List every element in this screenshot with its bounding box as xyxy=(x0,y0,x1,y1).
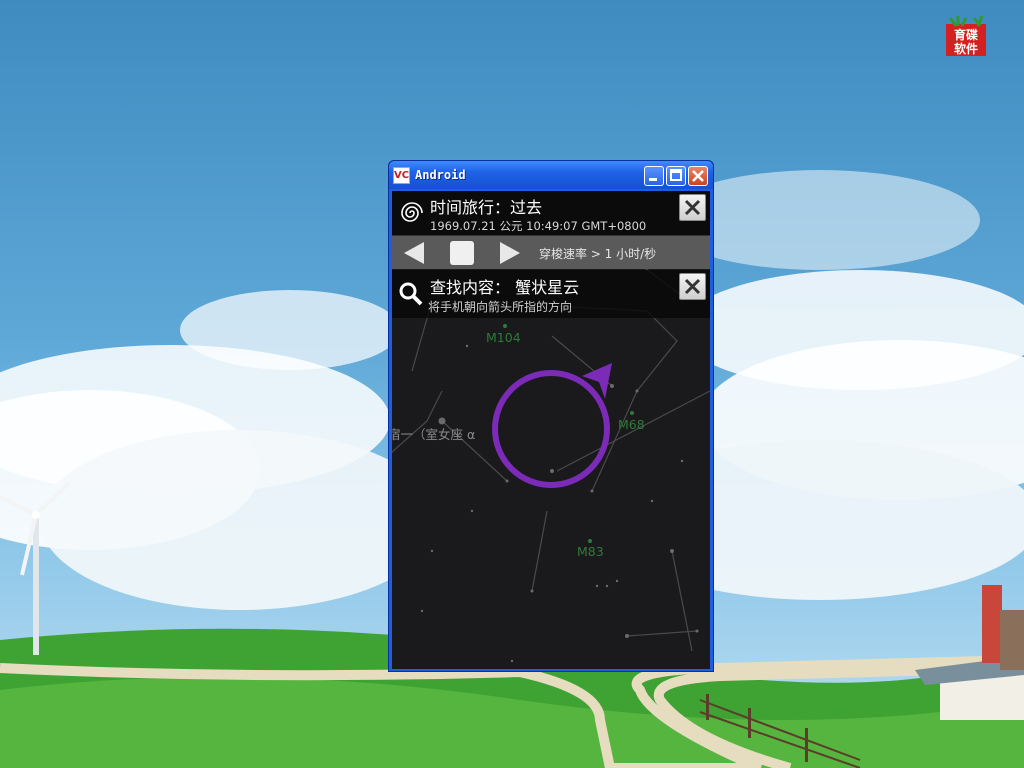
brand-logo: 育碟 软件 xyxy=(944,12,990,58)
sky-label-star: 宿一（室女座 α xyxy=(392,427,476,442)
window-titlebar[interactable]: VC Android xyxy=(389,161,713,189)
sky-label-m83: M83 xyxy=(577,544,604,559)
close-icon xyxy=(692,170,704,182)
sky-label-m68: M68 xyxy=(618,417,645,432)
window-title: Android xyxy=(415,168,466,182)
emulator-window: VC Android M104 M68 M83 宿一（室女座 α 时间旅行：过去… xyxy=(388,160,714,672)
search-panel: 查找内容： 蟹状星云 将手机朝向箭头所指的方向 xyxy=(392,270,710,318)
svg-text:育碟: 育碟 xyxy=(954,27,978,42)
forward-icon xyxy=(500,242,520,264)
close-window-button[interactable] xyxy=(688,166,708,186)
target-ring xyxy=(492,370,610,488)
minimize-icon xyxy=(649,178,657,181)
time-travel-close-button[interactable] xyxy=(679,194,706,221)
svg-text:软件: 软件 xyxy=(954,41,978,56)
maximize-button[interactable] xyxy=(666,166,686,186)
desktop-wallpaper: 育碟 软件 VC Android M104 M68 M83 宿一（室女座 α 时… xyxy=(0,0,1024,768)
close-icon xyxy=(684,199,701,216)
playback-controls: 穿梭速率 > 1 小时/秒 xyxy=(392,236,710,269)
rewind-icon xyxy=(404,242,424,264)
search-close-button[interactable] xyxy=(679,273,706,300)
stop-button[interactable] xyxy=(448,240,476,266)
close-icon xyxy=(684,278,701,295)
time-travel-panel: 时间旅行：过去 1969.07.21 公元 10:49:07 GMT+0800 xyxy=(392,191,710,236)
magnifier-icon xyxy=(399,282,423,306)
rewind-button[interactable] xyxy=(400,240,428,266)
sky-label-m104: M104 xyxy=(486,330,521,345)
android-screen[interactable]: M104 M68 M83 宿一（室女座 α 时间旅行：过去 1969.07.21… xyxy=(392,191,710,669)
time-travel-date: 1969.07.21 公元 10:49:07 GMT+0800 xyxy=(430,219,647,233)
galaxy-swirl-icon xyxy=(401,202,423,222)
vc-app-icon: VC xyxy=(393,167,410,184)
time-travel-title: 时间旅行：过去 xyxy=(430,198,543,217)
search-hint: 将手机朝向箭头所指的方向 xyxy=(428,300,573,314)
forward-button[interactable] xyxy=(496,240,524,266)
travel-rate-label: 穿梭速率 > 1 小时/秒 xyxy=(539,247,657,261)
stop-icon xyxy=(450,241,474,265)
maximize-icon xyxy=(670,169,682,181)
search-title: 查找内容： 蟹状星云 xyxy=(430,278,580,297)
minimize-button[interactable] xyxy=(644,166,664,186)
